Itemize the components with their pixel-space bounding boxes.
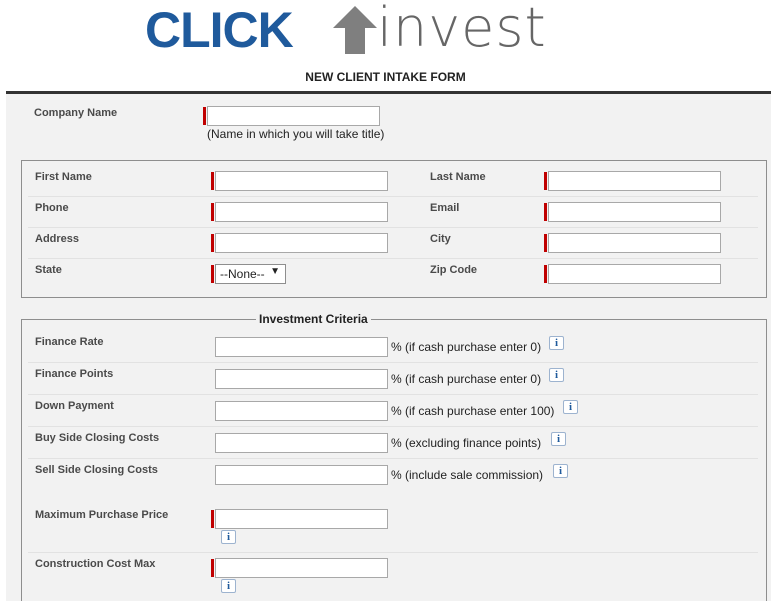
info-icon[interactable]: i bbox=[563, 400, 578, 414]
buy-closing-costs-hint: % (excluding finance points) bbox=[391, 436, 542, 450]
row-divider bbox=[28, 227, 758, 228]
info-icon[interactable]: i bbox=[549, 368, 564, 382]
row-divider bbox=[28, 458, 758, 459]
email-required-marker bbox=[544, 203, 547, 221]
investment-criteria-legend: Investment Criteria bbox=[256, 312, 371, 326]
row-divider bbox=[28, 426, 758, 427]
info-icon[interactable]: i bbox=[549, 336, 564, 350]
state-select[interactable]: --None-- ▼ bbox=[215, 264, 286, 284]
finance-points-input[interactable] bbox=[215, 369, 388, 389]
state-required-marker bbox=[211, 265, 214, 283]
first-name-label: First Name bbox=[35, 171, 92, 183]
zip-code-input[interactable] bbox=[548, 264, 721, 284]
address-input[interactable] bbox=[215, 233, 388, 253]
address-required-marker bbox=[211, 234, 214, 252]
last-name-input[interactable] bbox=[548, 171, 721, 191]
email-input[interactable] bbox=[548, 202, 721, 222]
info-icon[interactable]: i bbox=[551, 432, 566, 446]
first-name-input[interactable] bbox=[215, 171, 388, 191]
row-divider bbox=[28, 258, 758, 259]
company-name-hint: (Name in which you will take title) bbox=[207, 127, 385, 141]
address-label: Address bbox=[35, 233, 80, 245]
sell-closing-costs-input[interactable] bbox=[215, 465, 388, 485]
phone-required-marker bbox=[211, 203, 214, 221]
construction-cost-max-input[interactable] bbox=[215, 558, 388, 578]
buy-closing-costs-label: Buy Side Closing Costs bbox=[35, 432, 160, 444]
logo-arrow-icon bbox=[333, 6, 377, 54]
info-icon[interactable]: i bbox=[221, 530, 236, 544]
down-payment-hint: % (if cash purchase enter 100) bbox=[391, 404, 555, 418]
info-icon[interactable]: i bbox=[553, 464, 568, 478]
phone-label: Phone bbox=[35, 202, 69, 214]
max-purchase-price-label: Maximum Purchase Price bbox=[35, 509, 169, 521]
city-required-marker bbox=[544, 234, 547, 252]
info-icon[interactable]: i bbox=[221, 579, 236, 593]
construction-cost-max-required-marker bbox=[211, 559, 214, 577]
logo-invest-text: invest bbox=[377, 0, 547, 59]
down-payment-input[interactable] bbox=[215, 401, 388, 421]
row-divider bbox=[28, 362, 758, 363]
city-label: City bbox=[430, 233, 451, 245]
buy-closing-costs-input[interactable] bbox=[215, 433, 388, 453]
city-input[interactable] bbox=[548, 233, 721, 253]
company-name-required-marker bbox=[203, 107, 206, 125]
finance-points-label: Finance Points bbox=[35, 368, 114, 380]
state-label: State bbox=[35, 264, 62, 276]
finance-rate-input[interactable] bbox=[215, 337, 388, 357]
row-divider bbox=[28, 196, 758, 197]
form-title: NEW CLIENT INTAKE FORM bbox=[305, 70, 466, 84]
row-divider bbox=[28, 552, 758, 553]
last-name-required-marker bbox=[544, 172, 547, 190]
zip-code-label: Zip Code bbox=[430, 264, 478, 276]
zip-code-required-marker bbox=[544, 265, 547, 283]
finance-points-hint: % (if cash purchase enter 0) bbox=[391, 372, 542, 386]
click-invest-logo: CLICK invest bbox=[145, 0, 615, 58]
sell-closing-costs-hint: % (include sale commission) bbox=[391, 468, 544, 482]
max-purchase-price-required-marker bbox=[211, 510, 214, 528]
email-label: Email bbox=[430, 202, 460, 214]
down-payment-label: Down Payment bbox=[35, 400, 114, 412]
logo-click-text: CLICK bbox=[145, 2, 294, 58]
max-purchase-price-input[interactable] bbox=[215, 509, 388, 529]
row-divider bbox=[28, 394, 758, 395]
phone-input[interactable] bbox=[215, 202, 388, 222]
finance-rate-hint: % (if cash purchase enter 0) bbox=[391, 340, 542, 354]
construction-cost-max-label: Construction Cost Max bbox=[35, 558, 156, 570]
finance-rate-label: Finance Rate bbox=[35, 336, 104, 348]
first-name-required-marker bbox=[211, 172, 214, 190]
state-select-value: --None-- bbox=[220, 267, 265, 281]
chevron-down-icon: ▼ bbox=[270, 266, 280, 277]
sell-closing-costs-label: Sell Side Closing Costs bbox=[35, 464, 158, 476]
company-name-input[interactable] bbox=[207, 106, 380, 126]
last-name-label: Last Name bbox=[430, 171, 486, 183]
company-name-label: Company Name bbox=[34, 107, 118, 119]
